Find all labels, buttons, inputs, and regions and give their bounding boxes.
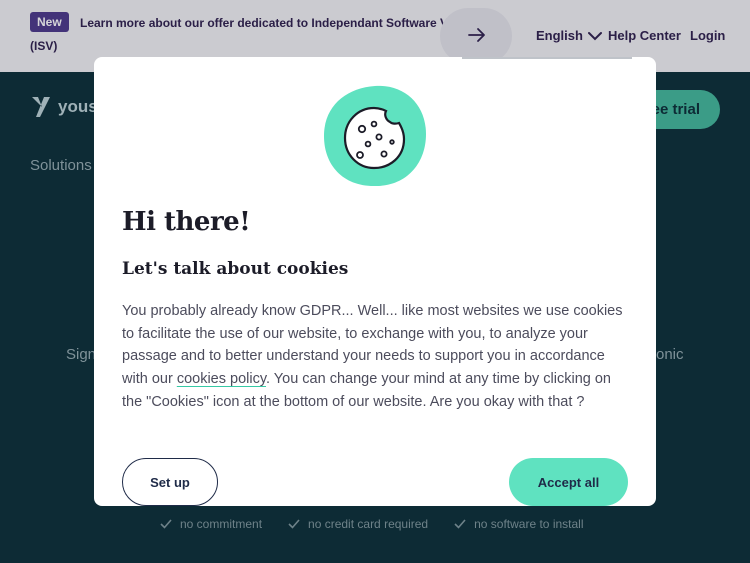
hero-text-fragment-left: Sign (66, 346, 97, 363)
features-list: no commitment no credit card required no… (160, 517, 584, 531)
check-icon (454, 519, 466, 529)
cookie-consent-modal: Hi there! Let's talk about cookies You p… (94, 57, 656, 506)
modal-title: Hi there! (122, 207, 251, 237)
feature-label: no commitment (180, 517, 263, 531)
hero-text-fragment-right: onic (656, 346, 684, 363)
cookies-policy-link[interactable]: cookies policy (177, 371, 266, 387)
accept-all-button[interactable]: Accept all (509, 458, 628, 506)
check-icon (288, 519, 300, 529)
free-trial-label: ee trial (651, 101, 700, 118)
feature-item: no credit card required (288, 517, 428, 531)
feature-item: no software to install (454, 517, 584, 531)
logo-icon (32, 97, 50, 117)
site-logo[interactable]: yous (30, 95, 98, 119)
nav-solutions[interactable]: Solutions (30, 157, 92, 174)
modal-subtitle: Let's talk about cookies (122, 259, 349, 279)
feature-item: no commitment (160, 517, 262, 531)
feature-label: no credit card required (308, 517, 429, 531)
logo-text: yous (58, 97, 98, 116)
check-icon (160, 519, 172, 529)
set-up-button[interactable]: Set up (122, 458, 218, 506)
cookie-icon (324, 85, 426, 187)
modal-top-divider (462, 57, 632, 59)
modal-body-text: You probably already know GDPR... Well..… (122, 300, 634, 414)
feature-label: no software to install (474, 517, 584, 531)
